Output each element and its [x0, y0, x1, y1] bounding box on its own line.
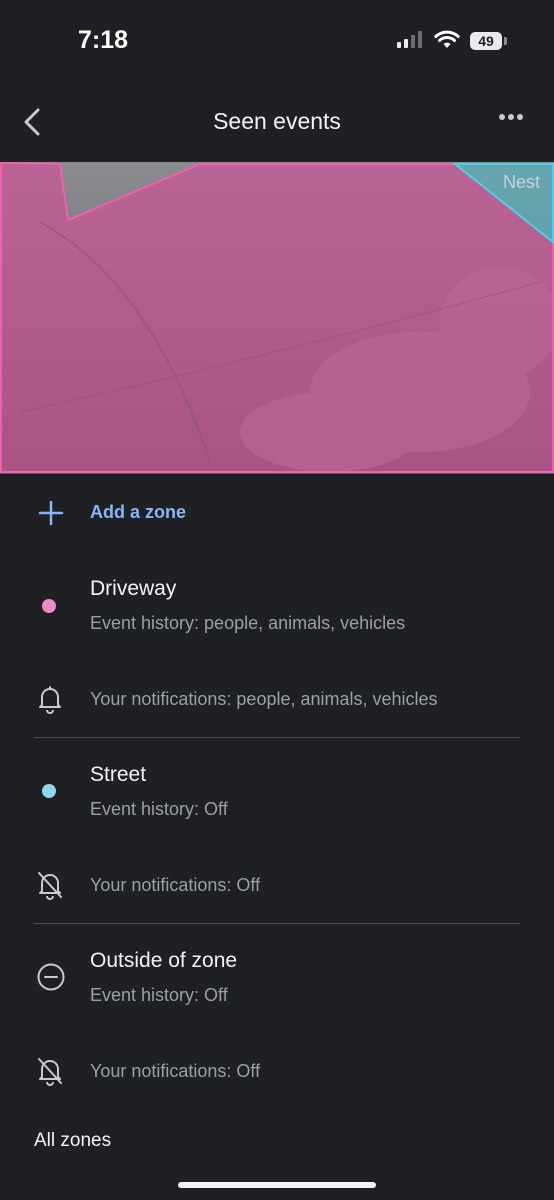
camera-preview[interactable]: Nest — [0, 162, 554, 474]
camera-scene — [0, 162, 554, 474]
zone-event-history: Event history: Off — [90, 799, 228, 819]
zone-item-street[interactable]: Street Event history: Off Your notificat… — [0, 756, 554, 916]
zone-item-outside[interactable]: Outside of zone Event history: Off Your … — [0, 942, 554, 1102]
zone-notifications: Your notifications: people, animals, veh… — [90, 689, 438, 709]
zone-event-history: Event history: Off — [90, 985, 228, 1005]
divider — [34, 923, 520, 924]
status-bar: 7:18 49 — [0, 0, 554, 84]
divider — [34, 737, 520, 738]
home-indicator[interactable] — [178, 1182, 376, 1188]
page-title: Seen events — [213, 108, 341, 134]
camera-brand-label: Nest — [502, 172, 540, 192]
battery-indicator: 49 — [470, 32, 502, 50]
add-zone-label: Add a zone — [90, 502, 187, 522]
zone-name: Outside of zone — [90, 949, 238, 972]
battery-tip — [504, 37, 507, 45]
zone-color-dot — [42, 784, 56, 798]
plus-icon — [38, 500, 64, 526]
status-time: 7:18 — [78, 26, 129, 54]
zone-notifications: Your notifications: Off — [90, 875, 261, 895]
bell-off-icon — [38, 872, 62, 900]
bell-icon — [39, 686, 61, 714]
zone-name: Street — [90, 763, 147, 786]
zone-item-driveway[interactable]: Driveway Event history: people, animals,… — [0, 570, 554, 730]
bell-off-icon — [38, 1058, 62, 1086]
zone-name: Driveway — [90, 577, 177, 600]
zone-notifications: Your notifications: Off — [90, 1061, 261, 1081]
all-zones-heading: All zones — [34, 1130, 112, 1151]
app-bar: Seen events — [0, 94, 554, 150]
zone-color-dot — [42, 599, 56, 613]
add-zone-button[interactable]: Add a zone — [0, 492, 554, 534]
cellular-signal-icon — [397, 31, 422, 48]
minus-circle-icon — [37, 963, 65, 991]
zone-event-history: Event history: people, animals, vehicles — [90, 613, 406, 633]
more-options-icon[interactable] — [498, 112, 524, 122]
wifi-icon — [434, 30, 460, 48]
